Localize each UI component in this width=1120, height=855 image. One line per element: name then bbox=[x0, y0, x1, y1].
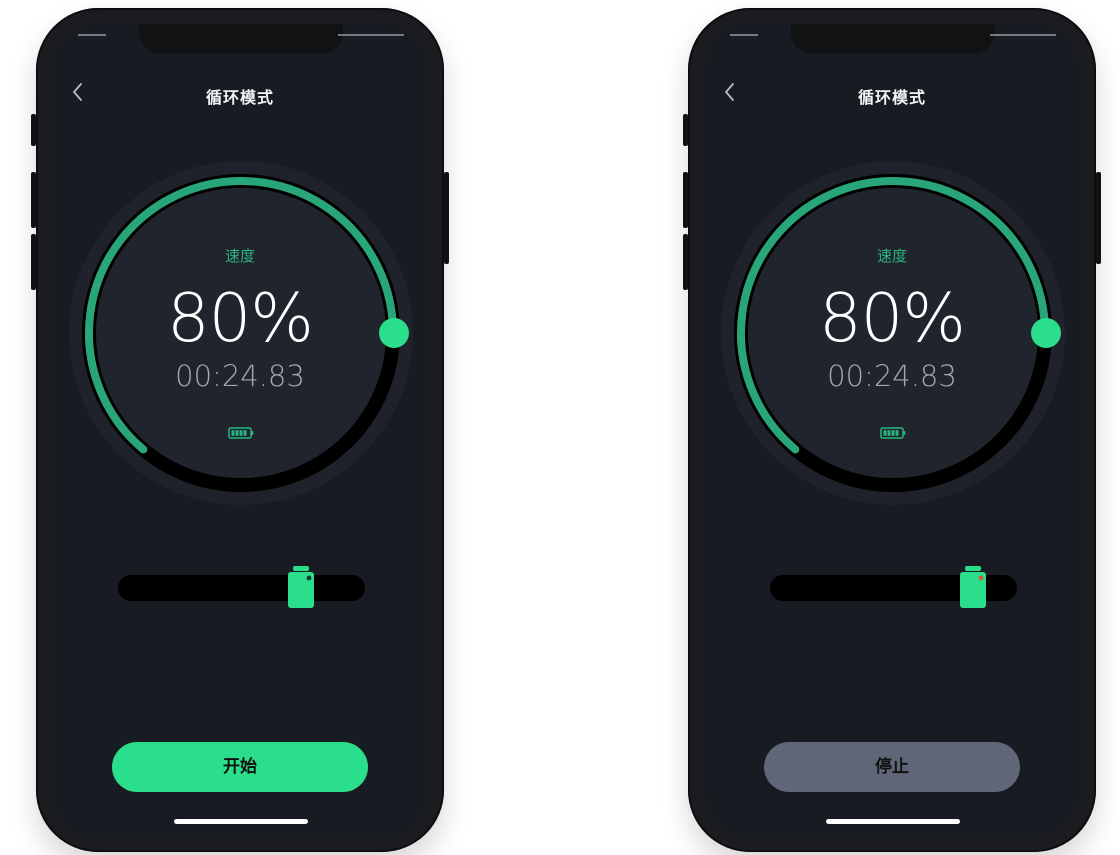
timer: 00:24.83 bbox=[827, 359, 957, 393]
start-button[interactable]: 开始 bbox=[112, 742, 368, 792]
volume-down-button bbox=[683, 234, 688, 290]
volume-up-button bbox=[683, 172, 688, 228]
status-time-placeholder bbox=[78, 34, 106, 46]
slider-thumb-icon bbox=[287, 566, 314, 608]
power-button bbox=[444, 172, 449, 264]
mute-switch bbox=[31, 114, 36, 146]
page-title: 循环模式 bbox=[857, 88, 926, 107]
timer: 00:24.83 bbox=[175, 359, 305, 393]
speed-label: 速度 bbox=[876, 247, 907, 265]
screen-right: 循环模式 速度 80% 00:24.83 停止 bbox=[706, 24, 1078, 836]
slider-thumb-icon bbox=[959, 566, 986, 608]
speed-slider-thumb[interactable] bbox=[957, 564, 989, 610]
speed-label: 速度 bbox=[224, 247, 255, 265]
status-icons-placeholder bbox=[338, 34, 404, 46]
screen-left: 循环模式 速度 80% 00:24.83 开始 bbox=[54, 24, 426, 836]
volume-up-button bbox=[31, 172, 36, 228]
stop-button[interactable]: 停止 bbox=[764, 742, 1020, 792]
volume-down-button bbox=[31, 234, 36, 290]
speed-value: 80% bbox=[167, 279, 314, 357]
home-indicator bbox=[826, 819, 960, 824]
speed-slider-fill bbox=[118, 575, 301, 601]
phone-right: 循环模式 速度 80% 00:24.83 停止 bbox=[683, 8, 1101, 852]
status-icons-placeholder bbox=[990, 34, 1056, 46]
battery-icon bbox=[228, 427, 254, 439]
speed-slider-thumb[interactable] bbox=[285, 564, 317, 610]
notch bbox=[139, 24, 343, 54]
speed-slider-fill bbox=[770, 575, 973, 601]
speed-slider[interactable] bbox=[118, 575, 365, 601]
mute-switch bbox=[683, 114, 688, 146]
page-title: 循环模式 bbox=[205, 88, 274, 107]
battery-icon bbox=[880, 427, 906, 439]
speed-value: 80% bbox=[819, 279, 966, 357]
power-button bbox=[1096, 172, 1101, 264]
notch bbox=[791, 24, 995, 54]
status-time-placeholder bbox=[730, 34, 758, 46]
phone-left: 循环模式 速度 80% 00:24.83 开始 bbox=[31, 8, 449, 852]
page: 循环模式 速度 80% 00:24.83 开始 循环模式 速度 80% 00:2… bbox=[0, 0, 1120, 855]
home-indicator bbox=[174, 819, 308, 824]
